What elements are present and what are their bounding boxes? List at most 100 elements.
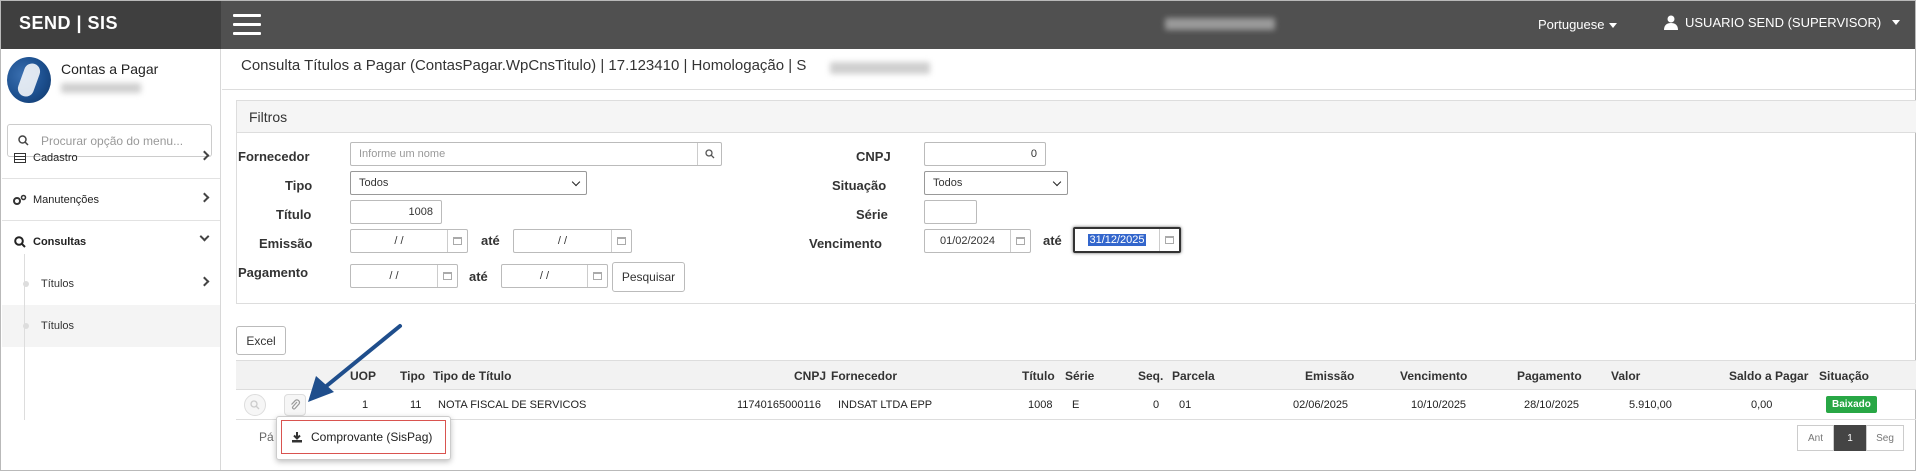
sidebar-subitem-label: Títulos	[41, 320, 75, 332]
brand-logo: SEND | SIS	[1, 1, 221, 49]
sidebar-item-consultas[interactable]: Consultas	[2, 221, 220, 263]
download-icon	[292, 432, 302, 443]
pagamento-to-value: / /	[539, 270, 550, 282]
titulo-input[interactable]: 1008	[350, 200, 442, 224]
col-emissao[interactable]: Emissão	[1305, 369, 1354, 383]
view-icon[interactable]	[244, 394, 266, 416]
col-valor[interactable]: Valor	[1611, 369, 1640, 383]
col-vencimento[interactable]: Vencimento	[1400, 369, 1467, 383]
caret-down-icon	[1608, 23, 1617, 29]
col-pagamento[interactable]: Pagamento	[1517, 369, 1582, 383]
emissao-to-input[interactable]: / /	[513, 229, 632, 253]
pagamento-label: Pagamento	[238, 265, 309, 280]
emissao-from-input[interactable]: / /	[350, 229, 468, 253]
filters-title: Filtros	[237, 101, 1916, 133]
fornecedor-placeholder: Informe um nome	[359, 148, 446, 160]
pesquisar-button[interactable]: Pesquisar	[612, 262, 685, 292]
ate-label: até	[469, 269, 488, 284]
vencimento-to-input[interactable]: 31/12/2025	[1073, 227, 1181, 253]
serie-label: Série	[856, 207, 888, 222]
sidebar-item-label: Consultas	[33, 236, 87, 248]
next-page-button[interactable]: Seg	[1866, 425, 1904, 451]
col-serie[interactable]: Série	[1065, 369, 1094, 383]
sidebar-item-label: Manutenções	[33, 193, 100, 206]
table-row[interactable]: 1 11 NOTA FISCAL DE SERVICOS 11740165000…	[236, 390, 1916, 420]
cell-pagamento: 28/10/2025	[1524, 399, 1580, 411]
col-situacao[interactable]: Situação	[1819, 369, 1869, 383]
vencimento-from-value: 01/02/2024	[939, 235, 996, 247]
cnpj-label: CNPJ	[856, 149, 891, 164]
chevron-down-icon	[1052, 177, 1062, 187]
search-icon	[13, 236, 27, 248]
redacted-text	[61, 83, 141, 93]
col-parcela[interactable]: Parcela	[1172, 369, 1215, 383]
ate-label: até	[1043, 233, 1062, 248]
col-cnpj[interactable]: CNPJ	[794, 369, 826, 383]
user-menu[interactable]: USUARIO SEND (SUPERVISOR)	[1664, 15, 1901, 30]
user-name: USUARIO SEND (SUPERVISOR)	[1685, 15, 1882, 30]
col-saldo[interactable]: Saldo a Pagar	[1729, 369, 1808, 383]
redacted-text	[1165, 18, 1275, 30]
tipo-label: Tipo	[285, 178, 313, 193]
col-titulo[interactable]: Título	[1022, 369, 1055, 383]
cell-emissao: 02/06/2025	[1293, 399, 1349, 411]
cnpj-input[interactable]: 0	[924, 142, 1046, 166]
col-fornecedor[interactable]: Fornecedor	[831, 369, 897, 383]
vencimento-from-input[interactable]: 01/02/2024	[924, 229, 1031, 253]
page-title: Consulta Títulos a Pagar (ContasPagar.Wp…	[222, 49, 1915, 90]
page-1-button[interactable]: 1	[1834, 425, 1866, 451]
prev-page-button[interactable]: Ant	[1797, 425, 1834, 451]
pagamento-from-value: / /	[389, 270, 399, 282]
comprovante-menu-item[interactable]: Comprovante (SisPag)	[281, 420, 446, 454]
gears-icon	[13, 194, 27, 206]
excel-button[interactable]: Excel	[236, 326, 286, 355]
calendar-icon[interactable]	[437, 265, 457, 287]
cell-parcela: 01	[1179, 399, 1192, 411]
situacao-select[interactable]: Todos	[924, 171, 1068, 195]
status-badge: Baixado	[1826, 396, 1877, 413]
tipo-select[interactable]: Todos	[350, 171, 587, 195]
pagamento-to-input[interactable]: / /	[501, 264, 608, 288]
fornecedor-label: Fornecedor	[238, 149, 310, 164]
filters-panel: Filtros	[236, 100, 1916, 304]
table-header: UOP Tipo Tipo de Título CNPJ Fornecedor …	[236, 360, 1916, 390]
col-tipo-titulo[interactable]: Tipo de Título	[433, 369, 511, 383]
tipo-value: Todos	[359, 177, 389, 189]
situacao-value: Todos	[933, 177, 963, 189]
sidebar-item-cadastro[interactable]: Cadastro	[2, 137, 220, 179]
serie-input[interactable]	[924, 200, 977, 224]
titulo-label: Título	[276, 207, 312, 222]
calendar-icon[interactable]	[447, 230, 467, 252]
fornecedor-input[interactable]: Informe um nome	[350, 142, 722, 166]
cell-titulo: 1008	[1028, 399, 1053, 411]
cell-fornecedor: INDSAT LTDA EPP	[838, 399, 933, 411]
user-icon	[1664, 15, 1678, 30]
sidebar: Contas a Pagar Procurar opção do menu...…	[1, 49, 221, 470]
vencimento-label: Vencimento	[809, 236, 882, 251]
cell-saldo: 0,00	[1751, 399, 1773, 411]
sidebar-subitem-titulos[interactable]: Títulos	[2, 263, 220, 305]
annotation-arrow-icon	[308, 324, 402, 402]
search-icon[interactable]	[697, 143, 721, 165]
top-bar: Portuguese USUARIO SEND (SUPERVISOR)	[221, 1, 1915, 49]
cell-seq: 0	[1153, 399, 1160, 411]
pagamento-from-input[interactable]: / /	[350, 264, 458, 288]
calendar-icon[interactable]	[611, 230, 631, 252]
calendar-icon[interactable]	[1010, 230, 1030, 252]
sidebar-subitem-titulos-active[interactable]: Títulos	[2, 305, 220, 347]
chevron-down-icon	[199, 231, 210, 242]
calendar-icon[interactable]	[587, 265, 607, 287]
emissao-label: Emissão	[259, 236, 313, 251]
chevron-right-icon	[199, 192, 210, 203]
tree-line	[24, 254, 25, 420]
chevron-right-icon	[199, 276, 210, 287]
calendar-icon[interactable]	[1159, 229, 1179, 251]
language-selector[interactable]: Portuguese	[1538, 17, 1617, 32]
sidebar-item-manutencoes[interactable]: Manutenções	[2, 179, 220, 221]
hamburger-menu-icon[interactable]	[233, 14, 261, 36]
col-seq[interactable]: Seq.	[1138, 369, 1163, 383]
language-label: Portuguese	[1538, 17, 1605, 32]
comprovante-label: Comprovante (SisPag)	[311, 430, 433, 444]
cell-tipo: 11	[410, 399, 422, 411]
caret-down-icon	[1892, 20, 1901, 25]
